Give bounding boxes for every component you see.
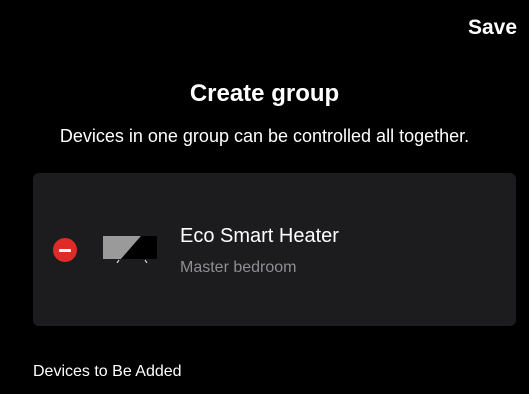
device-room: Master bedroom — [180, 259, 297, 276]
page-subtitle: Devices in one group can be controlled a… — [59, 126, 470, 146]
remove-device-button[interactable] — [53, 238, 77, 262]
heater-thumbnail-icon — [103, 236, 157, 263]
group-device-card[interactable]: Eco Smart Heater Master bedroom — [33, 173, 516, 326]
minus-icon — [59, 248, 71, 252]
device-name: Eco Smart Heater — [180, 225, 339, 247]
save-button[interactable]: Save — [468, 16, 517, 40]
page-title: Create group — [189, 80, 340, 107]
devices-to-be-added-header: Devices to Be Added — [33, 363, 182, 380]
